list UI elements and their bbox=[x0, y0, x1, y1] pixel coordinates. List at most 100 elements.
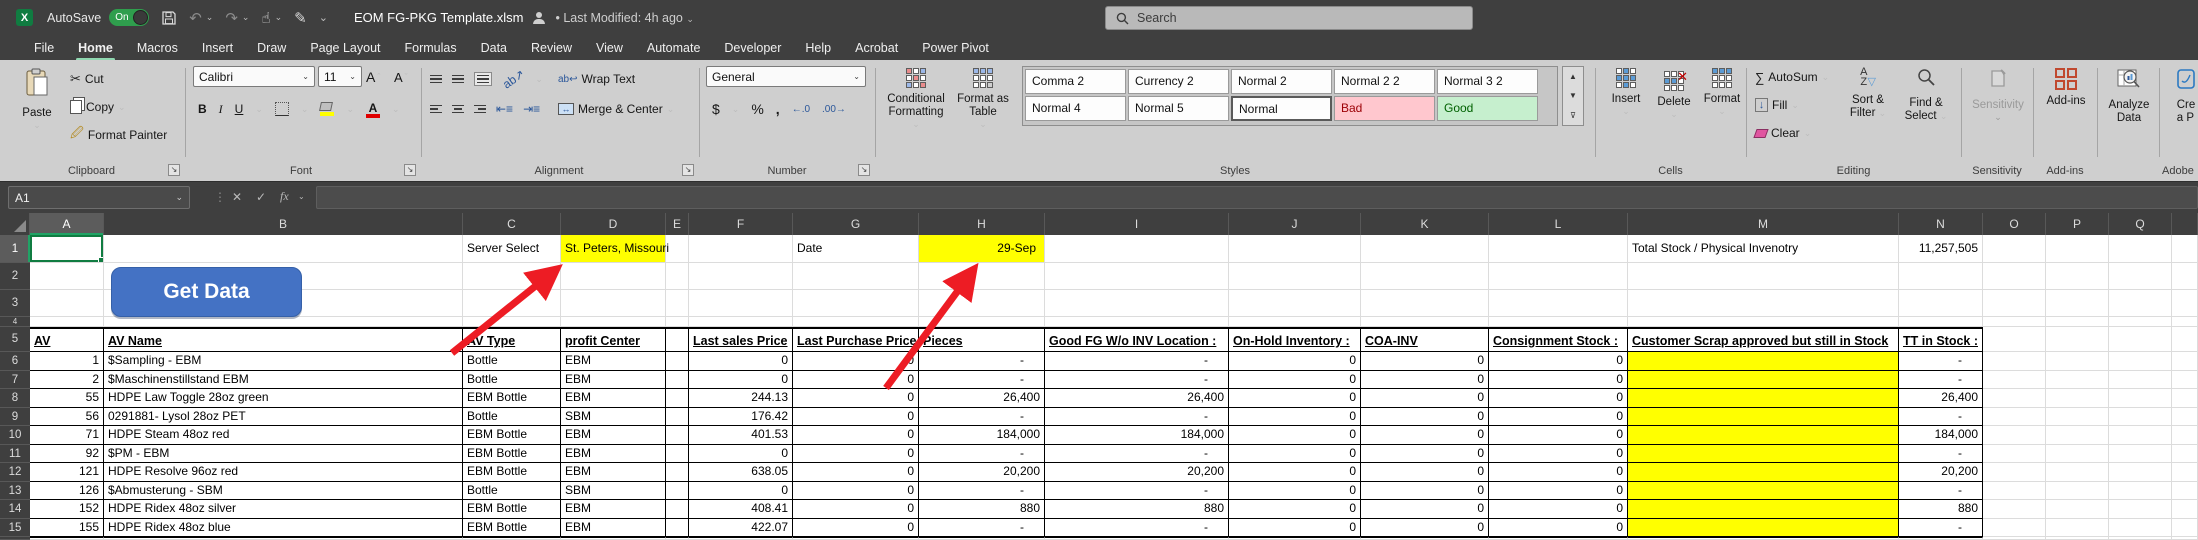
cell-D7[interactable]: EBM bbox=[561, 371, 666, 390]
align-bottom-icon[interactable] bbox=[474, 72, 492, 87]
grow-font-button[interactable]: Aˆ bbox=[366, 66, 380, 88]
cell-B14[interactable]: HDPE Ridex 48oz silver bbox=[104, 500, 463, 519]
column-header-G[interactable]: G bbox=[793, 213, 919, 235]
cell-O15[interactable] bbox=[1983, 519, 2046, 538]
cell-P1[interactable] bbox=[2046, 235, 2109, 263]
cell-Q3[interactable] bbox=[2109, 290, 2172, 317]
column-header-P[interactable]: P bbox=[2046, 213, 2109, 235]
align-left-icon[interactable] bbox=[430, 105, 442, 114]
paste-button[interactable]: Paste⌄ bbox=[12, 64, 62, 152]
cell-I7[interactable]: - bbox=[1045, 371, 1229, 390]
align-middle-icon[interactable] bbox=[452, 75, 464, 84]
create-pdf-button[interactable]: Crea P bbox=[2166, 64, 2198, 152]
column-header-I[interactable]: I bbox=[1045, 213, 1229, 235]
cell-D9[interactable]: SBM bbox=[561, 408, 666, 427]
cell-O1[interactable] bbox=[1983, 235, 2046, 263]
comma-style-button[interactable]: , bbox=[776, 101, 780, 117]
cell-B10[interactable]: HDPE Steam 48oz red bbox=[104, 426, 463, 445]
last-modified-label[interactable]: • Last Modified: 4h ago ⌄ bbox=[555, 11, 693, 25]
cell-C8[interactable]: EBM Bottle bbox=[463, 389, 561, 408]
cell-O8[interactable] bbox=[1983, 389, 2046, 408]
cell-O14[interactable] bbox=[1983, 500, 2046, 519]
cell-L14[interactable]: 0 bbox=[1489, 500, 1628, 519]
cell-G2[interactable] bbox=[793, 263, 919, 290]
cell-G12[interactable]: 0 bbox=[793, 463, 919, 482]
cell-L12[interactable]: 0 bbox=[1489, 463, 1628, 482]
cell-E6[interactable] bbox=[666, 352, 689, 371]
cell-J4[interactable] bbox=[1229, 317, 1361, 327]
cell-E12[interactable] bbox=[666, 463, 689, 482]
autosum-button[interactable]: ∑AutoSum⌄ bbox=[1755, 66, 1829, 88]
cell-x15[interactable] bbox=[2172, 519, 2198, 538]
clipboard-dialog-launcher[interactable]: ↘ bbox=[168, 164, 180, 176]
underline-button[interactable]: U bbox=[235, 102, 244, 116]
cell-P11[interactable] bbox=[2046, 445, 2109, 464]
font-dialog-launcher[interactable]: ↘ bbox=[404, 164, 416, 176]
cell-I1[interactable] bbox=[1045, 235, 1229, 263]
cell-G13[interactable]: 0 bbox=[793, 482, 919, 501]
style-chip-currency-2[interactable]: Currency 2 bbox=[1128, 69, 1229, 94]
row-header-11[interactable]: 11 bbox=[0, 445, 30, 464]
row-header-4[interactable]: 4 bbox=[0, 317, 30, 327]
cell-E2[interactable] bbox=[666, 263, 689, 290]
cell-D8[interactable]: EBM bbox=[561, 389, 666, 408]
cell-O11[interactable] bbox=[1983, 445, 2046, 464]
cell-N14[interactable]: 880 bbox=[1899, 500, 1983, 519]
gallery-down-icon[interactable]: ▼ bbox=[1569, 91, 1577, 100]
tab-macros[interactable]: Macros bbox=[125, 37, 190, 59]
cell-F1[interactable] bbox=[689, 235, 793, 263]
cell-E11[interactable] bbox=[666, 445, 689, 464]
cell-N12[interactable]: 20,200 bbox=[1899, 463, 1983, 482]
cell-M12[interactable] bbox=[1628, 463, 1899, 482]
cell-L11[interactable]: 0 bbox=[1489, 445, 1628, 464]
cell-P14[interactable] bbox=[2046, 500, 2109, 519]
cell-H11[interactable]: - bbox=[919, 445, 1045, 464]
cell-G15[interactable]: 0 bbox=[793, 519, 919, 538]
style-chip-normal-2[interactable]: Normal 2 bbox=[1231, 69, 1332, 94]
cell-F11[interactable]: 0 bbox=[689, 445, 793, 464]
cell-M11[interactable] bbox=[1628, 445, 1899, 464]
cell-P6[interactable] bbox=[2046, 352, 2109, 371]
cell-Q1[interactable] bbox=[2109, 235, 2172, 263]
cell-M13[interactable] bbox=[1628, 482, 1899, 501]
cell-O5[interactable] bbox=[1983, 327, 2046, 352]
cell-F8[interactable]: 244.13 bbox=[689, 389, 793, 408]
cell-L7[interactable]: 0 bbox=[1489, 371, 1628, 390]
cell-K14[interactable]: 0 bbox=[1361, 500, 1489, 519]
cell-E8[interactable] bbox=[666, 389, 689, 408]
cell-O9[interactable] bbox=[1983, 408, 2046, 427]
cell-G5[interactable]: Last Purchase Price bbox=[793, 327, 919, 352]
cell-B15[interactable]: HDPE Ridex 48oz blue bbox=[104, 519, 463, 538]
column-header-K[interactable]: K bbox=[1361, 213, 1489, 235]
cell-B1[interactable] bbox=[104, 235, 463, 263]
cell-D2[interactable] bbox=[561, 263, 666, 290]
cell-Q2[interactable] bbox=[2109, 263, 2172, 290]
cell-C10[interactable]: EBM Bottle bbox=[463, 426, 561, 445]
cell-C15[interactable]: EBM Bottle bbox=[463, 519, 561, 538]
cell-D3[interactable] bbox=[561, 290, 666, 317]
tab-file[interactable]: File bbox=[22, 37, 66, 59]
cell-H1[interactable]: 29-Sep bbox=[919, 235, 1045, 263]
cell-L10[interactable]: 0 bbox=[1489, 426, 1628, 445]
cell-O6[interactable] bbox=[1983, 352, 2046, 371]
column-header-E[interactable]: E bbox=[666, 213, 689, 235]
cell-M5[interactable]: Customer Scrap approved but still in Sto… bbox=[1628, 327, 1899, 352]
cell-E7[interactable] bbox=[666, 371, 689, 390]
row-header-2[interactable]: 2 bbox=[0, 263, 30, 290]
delete-cells-button[interactable]: ✕ Delete⌄ bbox=[1652, 64, 1696, 152]
cell-K1[interactable] bbox=[1361, 235, 1489, 263]
cell-H2[interactable] bbox=[919, 263, 1045, 290]
cell-B6[interactable]: $Sampling - EBM bbox=[104, 352, 463, 371]
cell-M8[interactable] bbox=[1628, 389, 1899, 408]
cell-x4[interactable] bbox=[2172, 317, 2198, 327]
cell-B13[interactable]: $Abmusterung - SBM bbox=[104, 482, 463, 501]
tab-power-pivot[interactable]: Power Pivot bbox=[910, 37, 1001, 59]
increase-decimal-button[interactable]: ←.0 bbox=[792, 104, 810, 115]
cell-E13[interactable] bbox=[666, 482, 689, 501]
cell-M3[interactable] bbox=[1628, 290, 1899, 317]
cell-J10[interactable]: 0 bbox=[1229, 426, 1361, 445]
cell-P9[interactable] bbox=[2046, 408, 2109, 427]
cell-x13[interactable] bbox=[2172, 482, 2198, 501]
cell-C7[interactable]: Bottle bbox=[463, 371, 561, 390]
cell-E14[interactable] bbox=[666, 500, 689, 519]
